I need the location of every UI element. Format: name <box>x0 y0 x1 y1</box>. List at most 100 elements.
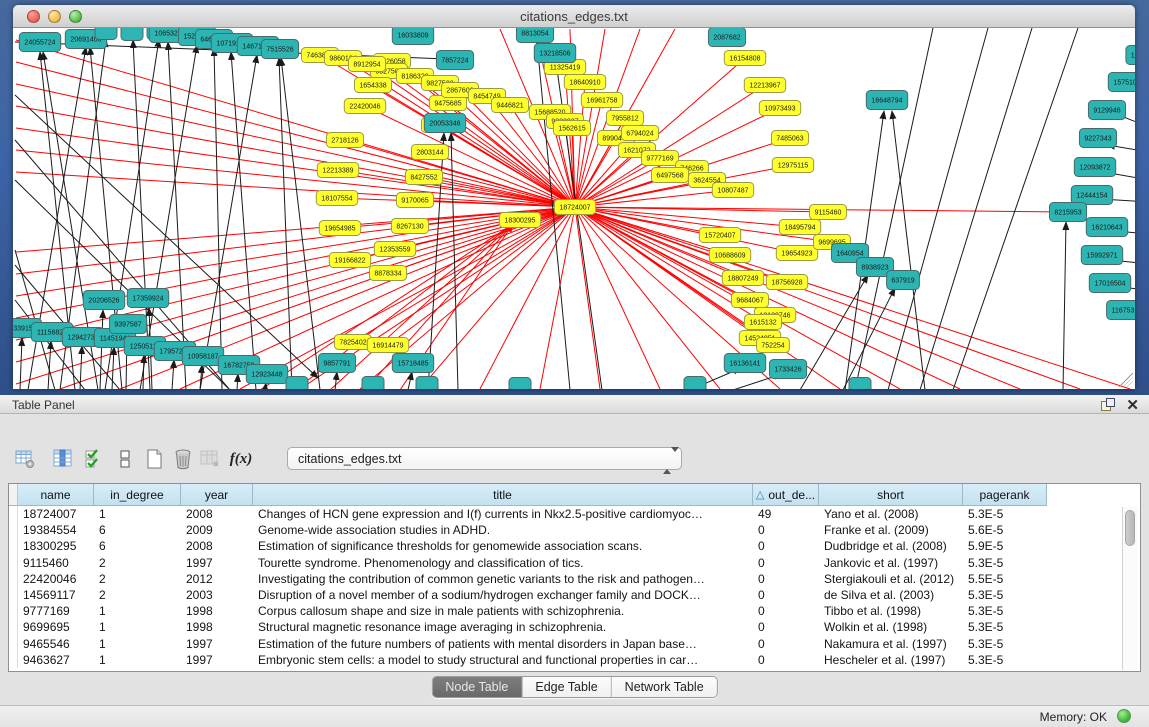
graph-node[interactable]: 637919 <box>887 271 920 290</box>
graph-node[interactable]: 9397587 <box>109 315 146 334</box>
new-table-icon[interactable] <box>141 446 167 472</box>
vertical-scrollbar[interactable] <box>1122 507 1138 670</box>
graph-node[interactable]: 9777169 <box>641 151 678 166</box>
graph-node[interactable]: 1615132 <box>744 315 781 330</box>
network-canvas[interactable]: 18724007 18300295 22420046 2718126 12213389 1… <box>13 28 1135 389</box>
column-visibility-icon[interactable] <box>50 446 76 472</box>
graph-node[interactable]: 9446821 <box>491 98 528 113</box>
delete-table-icon[interactable] <box>170 446 196 472</box>
graph-node[interactable]: 9115460 <box>809 205 846 220</box>
graph-node[interactable]: 10973493 <box>759 101 800 116</box>
window-resize-grip[interactable] <box>1119 373 1133 387</box>
graph-node[interactable]: 18807249 <box>722 271 763 286</box>
graph-node[interactable] <box>95 28 117 40</box>
graph-node[interactable]: 12093872 <box>1074 158 1115 177</box>
graph-node[interactable] <box>286 377 308 390</box>
graph-node[interactable]: 16136141 <box>724 354 765 373</box>
graph-node[interactable]: 12353559 <box>374 242 415 257</box>
graph-node[interactable]: 7857224 <box>436 51 473 70</box>
graph-node[interactable]: 8912954 <box>348 57 385 72</box>
graph-node[interactable]: 18640910 <box>564 75 605 90</box>
tab-network-table[interactable]: Network Table <box>612 677 717 697</box>
graph-node[interactable]: 7485063 <box>771 131 808 146</box>
graph-node[interactable]: 8878334 <box>369 266 406 281</box>
table-row[interactable]: 1872400712008Changes of HCN gene express… <box>9 506 1140 522</box>
graph-node[interactable]: 16154808 <box>724 51 765 66</box>
table-row[interactable]: 2242004622012Investigating the contribut… <box>9 571 1140 587</box>
graph-node[interactable]: 18300295 <box>499 213 540 228</box>
graph-node[interactable]: 17359924 <box>127 289 168 308</box>
graph-node[interactable]: 116753 <box>1107 301 1135 320</box>
column-header-short[interactable]: short <box>819 484 963 506</box>
graph-node[interactable]: 18107554 <box>316 191 357 206</box>
table-row[interactable]: 977716911998Corpus callosum shape and si… <box>9 603 1140 619</box>
graph-node[interactable] <box>684 377 706 390</box>
graph-node[interactable]: 10958187 <box>182 347 223 366</box>
graph-node[interactable]: 6794024 <box>621 126 658 141</box>
graph-node[interactable]: 752254 <box>757 338 790 353</box>
scrollbar-thumb[interactable] <box>1125 510 1135 546</box>
graph-node[interactable]: 8813054 <box>516 28 553 43</box>
table-row[interactable]: 911546021997Tourette syndrome. Phenomeno… <box>9 555 1140 571</box>
table-row[interactable]: 1830029562008Estimation of significance … <box>9 538 1140 554</box>
graph-node[interactable]: 15718485 <box>392 354 433 373</box>
float-panel-icon[interactable] <box>1101 398 1115 411</box>
graph-node[interactable]: 2718126 <box>326 133 363 148</box>
select-columns-icon[interactable] <box>82 446 108 472</box>
column-header-name[interactable]: name <box>18 484 94 506</box>
tab-node-table[interactable]: Node Table <box>432 677 522 697</box>
column-header-out_de[interactable]: △out_de... <box>753 484 819 506</box>
graph-node[interactable]: 19654985 <box>319 221 360 236</box>
function-builder-icon[interactable]: f(x) <box>228 446 254 472</box>
close-panel-icon[interactable]: ✕ <box>1126 396 1139 414</box>
graph-node[interactable]: 12923448 <box>246 365 287 384</box>
graph-node[interactable]: 10807487 <box>712 183 753 198</box>
column-header-year[interactable]: year <box>181 484 253 506</box>
graph-node[interactable]: 12213389 <box>317 163 358 178</box>
graph-node[interactable]: 2087682 <box>708 28 745 47</box>
graph-node[interactable]: 15992971 <box>1081 246 1122 265</box>
graph-node[interactable]: 12444154 <box>1071 186 1112 205</box>
graph-node[interactable] <box>121 28 143 41</box>
graph-node[interactable]: 9227343 <box>1079 129 1116 148</box>
graph-node[interactable]: 9857791 <box>318 354 355 373</box>
graph-node[interactable]: 1654338 <box>354 78 391 93</box>
graph-node[interactable]: 9170065 <box>396 193 433 208</box>
graph-node[interactable]: 7515526 <box>261 40 298 59</box>
graph-node[interactable]: 10688609 <box>709 248 750 263</box>
graph-node[interactable]: 22420046 <box>344 99 385 114</box>
graph-node[interactable] <box>509 378 531 390</box>
graph-node[interactable]: 1733426 <box>769 360 806 379</box>
tab-edge-table[interactable]: Edge Table <box>522 677 611 697</box>
table-settings-icon[interactable] <box>12 446 38 472</box>
graph-node[interactable]: 6497568 <box>651 168 688 183</box>
nodes[interactable]: 18724007 18300295 22420046 2718126 12213389 1… <box>13 28 1135 389</box>
graph-node[interactable]: 16210643 <box>1086 218 1127 237</box>
graph-node[interactable]: 19654923 <box>776 246 817 261</box>
graph-node[interactable]: 18756928 <box>766 275 807 290</box>
graph-node[interactable]: 8427552 <box>405 170 442 185</box>
graph-node[interactable]: 18495794 <box>779 220 820 235</box>
graph-node[interactable] <box>416 377 438 390</box>
graph-node[interactable]: 12975115 <box>772 158 813 173</box>
graph-node[interactable]: 16033809 <box>392 28 433 45</box>
table-selector-combobox[interactable]: citations_edges.txt <box>287 447 682 470</box>
graph-node[interactable]: 2803144 <box>411 145 448 160</box>
table-row[interactable]: 1456911722003Disruption of a novel membe… <box>9 587 1140 603</box>
citation-network-graph[interactable]: 18724007 18300295 22420046 2718126 12213389 1… <box>13 28 1135 389</box>
table-row[interactable]: 969969511998Structural magnetic resonanc… <box>9 619 1140 635</box>
graph-node[interactable]: 12213967 <box>744 78 785 93</box>
graph-node[interactable]: 18724007 <box>554 200 595 215</box>
graph-node[interactable]: 16914479 <box>367 338 408 353</box>
rows-icon[interactable] <box>112 446 138 472</box>
graph-node[interactable]: 9684067 <box>731 293 768 308</box>
graph-node[interactable]: 24055724 <box>19 33 60 52</box>
graph-node[interactable]: 9129946 <box>1088 101 1125 120</box>
table-row[interactable]: 1938455462009Genome-wide association stu… <box>9 522 1140 538</box>
graph-node[interactable]: 8267130 <box>391 219 428 234</box>
graph-node[interactable]: 1117 <box>1126 46 1135 65</box>
graph-node[interactable]: 16961758 <box>581 93 622 108</box>
graph-node[interactable]: 7825402 <box>334 335 371 350</box>
graph-node[interactable]: 8215953 <box>1049 203 1086 222</box>
graph-node[interactable]: 20053346 <box>424 114 465 133</box>
